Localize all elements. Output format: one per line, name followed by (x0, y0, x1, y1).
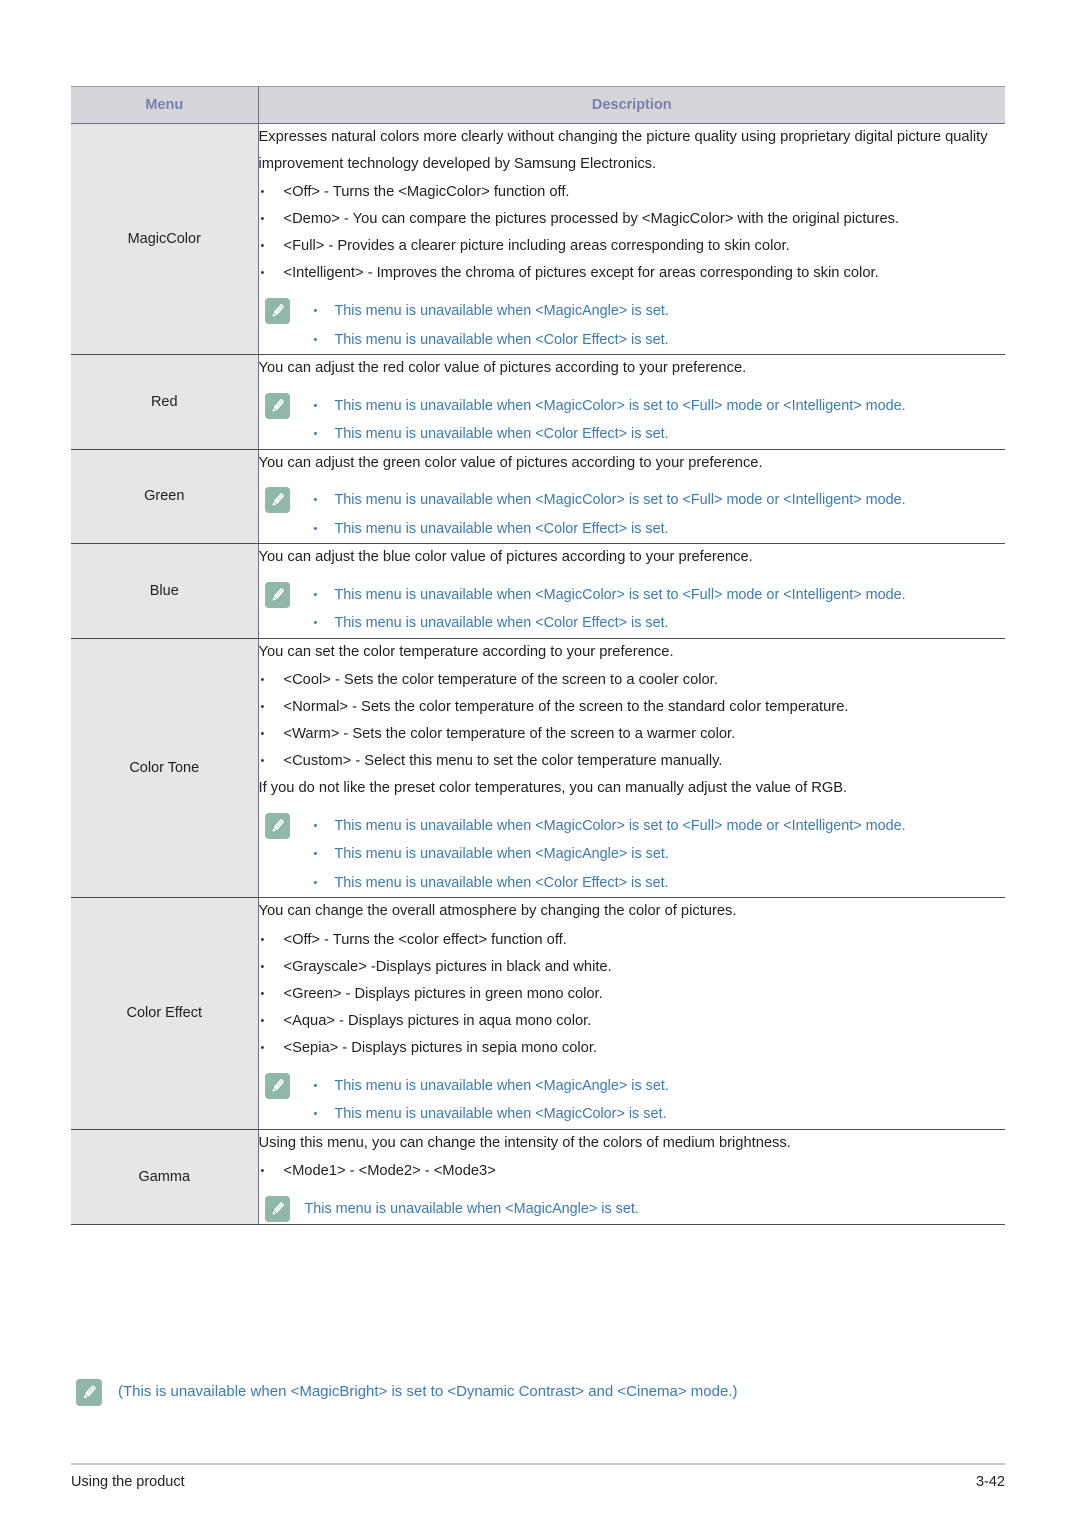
list-item: <Aqua> - Displays pictures in aqua mono … (259, 1008, 1006, 1035)
column-header-menu: Menu (71, 86, 259, 124)
footer-divider (71, 1463, 1005, 1465)
note-item: This menu is unavailable when <MagicColo… (311, 486, 1006, 515)
note-block: This menu is unavailable when <MagicAngl… (259, 1072, 1006, 1129)
option-list: <Mode1> - <Mode2> - <Mode3> (259, 1158, 1006, 1185)
list-item: <Off> - Turns the <color effect> functio… (259, 927, 1006, 954)
list-item: <Mode1> - <Mode2> - <Mode3> (259, 1158, 1006, 1185)
table-header: Menu Description (71, 86, 1005, 124)
note-pencil-icon (264, 392, 290, 419)
description-cell: Using this menu, you can change the inte… (258, 1129, 1006, 1225)
list-item: <Sepia> - Displays pictures in sepia mon… (259, 1035, 1006, 1062)
note-list: This menu is unavailable when <MagicAngl… (311, 297, 1006, 354)
note-pencil-icon (264, 487, 290, 513)
note-list: This menu is unavailable when <MagicColo… (311, 392, 1006, 449)
menu-name-cell: Color Tone (71, 638, 259, 898)
page-note-text: (This is unavailable when <MagicBright> … (118, 1383, 738, 1400)
list-item: <Grayscale> -Displays pictures in black … (259, 954, 1006, 981)
note-item: This menu is unavailable when <MagicColo… (311, 392, 1006, 421)
note-item: This menu is unavailable when <MagicColo… (311, 581, 1006, 610)
note-list: This menu is unavailable when <MagicColo… (311, 581, 1006, 638)
note-block: This menu is unavailable when <MagicAngl… (259, 1195, 1006, 1224)
menu-description-table: Menu Description MagicColor Expresses na… (71, 86, 1005, 1225)
table-body: MagicColor Expresses natural colors more… (71, 123, 1006, 1225)
list-item: <Normal> - Sets the color temperature of… (259, 694, 1006, 721)
list-item: <Cool> - Sets the color temperature of t… (259, 667, 1006, 694)
list-item: <Intelligent> - Improves the chroma of p… (259, 260, 1006, 287)
note-pencil-icon (264, 812, 290, 839)
description-lead: Expresses natural colors more clearly wi… (258, 129, 988, 172)
description-cell: You can set the color temperature accord… (258, 638, 1005, 898)
note-block: This menu is unavailable when <MagicAngl… (259, 297, 1006, 354)
list-item: <Custom> - Select this menu to set the c… (259, 748, 1006, 775)
note-item: This menu is unavailable when <Color Eff… (311, 609, 1006, 638)
footer-section-label: Using the product (71, 1474, 185, 1490)
note-pencil-icon (264, 581, 290, 608)
table-row: Color Effect You can change the overall … (71, 897, 1006, 1130)
option-list: <Off> - Turns the <MagicColor> function … (259, 179, 1006, 287)
description-lead: You can adjust the blue color value of p… (258, 549, 753, 565)
list-item: <Off> - Turns the <MagicColor> function … (259, 179, 1006, 206)
description-trailing: If you do not like the preset color temp… (258, 780, 848, 796)
table-row: Color Tone You can set the color tempera… (71, 638, 1005, 898)
note-item: This menu is unavailable when <Color Eff… (311, 420, 1006, 449)
table-row: Gamma Using this menu, you can change th… (71, 1129, 1006, 1225)
note-list: This menu is unavailable when <MagicColo… (311, 812, 1006, 898)
note-block: This menu is unavailable when <MagicColo… (259, 812, 1006, 898)
note-item: This menu is unavailable when <MagicAngl… (311, 1072, 1006, 1101)
description-cell: You can adjust the red color value of pi… (258, 354, 1006, 450)
option-list: <Cool> - Sets the color temperature of t… (259, 667, 1006, 775)
column-header-description: Description (258, 86, 1005, 124)
table-row: Red You can adjust the red color value o… (71, 354, 1006, 450)
menu-name-cell: MagicColor (71, 123, 259, 355)
table-row: MagicColor Expresses natural colors more… (71, 123, 1006, 355)
list-item: <Green> - Displays pictures in green mon… (259, 981, 1006, 1008)
description-cell: You can adjust the green color value of … (258, 449, 1005, 544)
note-item: This menu is unavailable when <Color Eff… (311, 326, 1006, 355)
note-item: This menu is unavailable when <MagicColo… (311, 812, 1006, 841)
menu-name-cell: Green (71, 449, 259, 544)
page-footer: Using the product 3-42 (71, 1474, 1005, 1490)
table-row: Blue You can adjust the blue color value… (71, 543, 1006, 639)
page-number: 3-42 (975, 1474, 1005, 1490)
note-list: This menu is unavailable when <MagicAngl… (311, 1072, 1006, 1129)
list-item: <Full> - Provides a clearer picture incl… (259, 233, 1006, 260)
note-block: This menu is unavailable when <MagicColo… (259, 581, 1006, 638)
note-pencil-icon (264, 298, 290, 324)
menu-name-cell: Blue (71, 543, 259, 639)
note-block: This menu is unavailable when <MagicColo… (259, 392, 1006, 449)
note-pencil-icon (76, 1379, 102, 1406)
description-cell: Expresses natural colors more clearly wi… (258, 123, 1006, 355)
note-block: This menu is unavailable when <MagicColo… (259, 486, 1006, 543)
description-lead: You can change the overall atmosphere by… (258, 903, 737, 919)
list-item: <Warm> - Sets the color temperature of t… (259, 721, 1006, 748)
note-item: This menu is unavailable when <Color Eff… (311, 515, 1006, 544)
note-item: This menu is unavailable when <Color Eff… (311, 869, 1006, 898)
document-page: Menu Description MagicColor Expresses na… (0, 0, 1080, 1527)
description-lead: You can adjust the green color value of … (258, 454, 763, 471)
description-cell: You can adjust the blue color value of p… (258, 543, 1006, 639)
menu-name-cell: Gamma (71, 1129, 259, 1225)
menu-name-cell: Color Effect (71, 897, 259, 1130)
description-lead: You can adjust the red color value of pi… (258, 360, 747, 376)
page-level-note: (This is unavailable when <MagicBright> … (71, 1377, 1005, 1407)
list-item: <Demo> - You can compare the pictures pr… (259, 206, 1006, 233)
note-item: This menu is unavailable when <MagicAngl… (304, 1201, 639, 1217)
note-list: This menu is unavailable when <MagicColo… (311, 486, 1006, 543)
description-cell: You can change the overall atmosphere by… (258, 897, 1006, 1130)
description-lead: You can set the color temperature accord… (258, 643, 674, 660)
menu-name-cell: Red (71, 354, 259, 450)
option-list: <Off> - Turns the <color effect> functio… (259, 927, 1006, 1062)
note-pencil-icon (264, 1196, 290, 1222)
table-row: Green You can adjust the green color val… (71, 449, 1005, 544)
note-item: This menu is unavailable when <MagicColo… (311, 1100, 1006, 1129)
table-header-row: Menu Description (71, 86, 1005, 124)
note-pencil-icon (264, 1072, 290, 1099)
note-item: This menu is unavailable when <MagicAngl… (311, 297, 1006, 326)
note-item: This menu is unavailable when <MagicAngl… (311, 840, 1006, 869)
description-lead: Using this menu, you can change the inte… (258, 1134, 791, 1151)
